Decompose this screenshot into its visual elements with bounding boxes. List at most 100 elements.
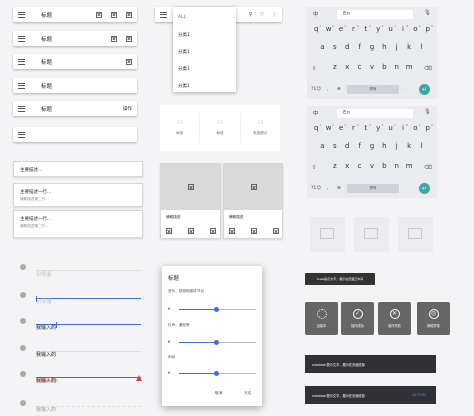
- shift-icon[interactable]: ⇧: [312, 66, 317, 72]
- image-icon[interactable]: [251, 228, 257, 234]
- key-p[interactable]: p0: [422, 24, 434, 33]
- key-q[interactable]: q1: [310, 123, 322, 132]
- heart-icon[interactable]: ♡: [260, 12, 265, 18]
- snackbar-action-button[interactable]: ACTION: [412, 393, 426, 397]
- menu-icon[interactable]: [160, 11, 167, 18]
- appbar-action-button[interactable]: 操作: [123, 106, 132, 112]
- image-icon[interactable]: [210, 228, 216, 234]
- text-field-error[interactable]: 我输入的: [36, 367, 141, 384]
- candidate-bar[interactable]: En: [337, 10, 413, 19]
- menu-item[interactable]: 分类1: [178, 32, 190, 38]
- image-icon[interactable]: [273, 228, 279, 234]
- enter-icon[interactable]: ↵: [419, 183, 430, 194]
- number-key[interactable]: ?1☺: [311, 87, 321, 92]
- key-m[interactable]: m: [403, 63, 415, 71]
- image-icon[interactable]: [166, 228, 172, 234]
- search-icon[interactable]: ⚲: [249, 12, 253, 18]
- key-o[interactable]: o9: [409, 24, 421, 33]
- key-u[interactable]: u7: [384, 24, 396, 33]
- image-icon[interactable]: [111, 35, 117, 42]
- image-card[interactable]: 辅助描述: [223, 163, 283, 239]
- cancel-button[interactable]: 取消: [215, 391, 222, 396]
- volume-slider[interactable]: [179, 307, 256, 312]
- menu-item[interactable]: 分类1: [178, 83, 190, 89]
- key-w[interactable]: w2: [322, 24, 334, 33]
- key-j[interactable]: j: [391, 142, 403, 150]
- key-g[interactable]: g: [366, 43, 378, 51]
- key-z[interactable]: z: [329, 63, 341, 71]
- key-i[interactable]: i8: [397, 24, 409, 33]
- image-icon[interactable]: [126, 11, 132, 18]
- shift-icon[interactable]: ⇧: [312, 165, 317, 171]
- key-y[interactable]: y6: [372, 123, 384, 132]
- menu-icon[interactable]: [18, 105, 25, 112]
- menu-icon[interactable]: [18, 58, 25, 65]
- tab-item[interactable]: 15 私信: [200, 105, 239, 151]
- key-h[interactable]: h: [378, 142, 390, 150]
- volume-slider[interactable]: [179, 371, 256, 376]
- key-c[interactable]: c: [353, 63, 365, 71]
- key-t[interactable]: t5: [360, 24, 372, 33]
- period-key[interactable]: .: [405, 186, 406, 191]
- image-icon[interactable]: [188, 228, 194, 234]
- key-r[interactable]: r4: [347, 123, 359, 132]
- slider-thumb[interactable]: [214, 340, 219, 345]
- slider-thumb[interactable]: [214, 307, 219, 312]
- globe-icon[interactable]: ⊕: [337, 87, 341, 92]
- menu-icon[interactable]: [18, 35, 25, 42]
- image-card[interactable]: 辅助描述: [160, 163, 221, 239]
- menu-icon[interactable]: [18, 82, 25, 89]
- mic-icon[interactable]: 🎙︎: [424, 10, 431, 16]
- key-n[interactable]: n: [391, 162, 403, 170]
- image-icon[interactable]: [229, 228, 235, 234]
- volume-slider[interactable]: [179, 340, 256, 345]
- key-u[interactable]: u7: [384, 123, 396, 132]
- more-vertical-icon[interactable]: ⋮: [272, 12, 278, 18]
- candidate-bar[interactable]: En: [337, 109, 413, 118]
- key-k[interactable]: k: [403, 142, 415, 150]
- lang-label[interactable]: 中: [313, 109, 319, 117]
- tab-item[interactable]: 15 私信: [160, 105, 199, 151]
- menu-icon[interactable]: [18, 131, 25, 138]
- space-bar[interactable]: 拼写: [347, 85, 399, 94]
- key-f[interactable]: f: [353, 43, 365, 51]
- key-m[interactable]: m: [403, 162, 415, 170]
- slider-thumb[interactable]: [214, 371, 219, 376]
- ok-button[interactable]: 完成: [244, 391, 251, 396]
- text-field-focused[interactable]: 引导语: [36, 288, 141, 305]
- key-s[interactable]: s: [329, 142, 341, 150]
- lang-label[interactable]: 中: [313, 10, 319, 18]
- key-z[interactable]: z: [329, 162, 341, 170]
- key-a[interactable]: a: [316, 43, 328, 51]
- image-icon[interactable]: [126, 35, 132, 42]
- key-r[interactable]: r4: [347, 24, 359, 33]
- period-key[interactable]: .: [405, 87, 406, 92]
- enter-icon[interactable]: ↵: [419, 84, 430, 95]
- key-o[interactable]: o9: [409, 123, 421, 132]
- menu-item[interactable]: 分类1: [178, 66, 190, 72]
- key-b[interactable]: b: [378, 162, 390, 170]
- key-d[interactable]: d: [341, 142, 353, 150]
- key-c[interactable]: c: [353, 162, 365, 170]
- key-b[interactable]: b: [378, 63, 390, 71]
- text-field[interactable]: 引导语: [36, 261, 141, 278]
- key-y[interactable]: y6: [372, 24, 384, 33]
- text-field-filled[interactable]: 我输入的: [36, 314, 141, 331]
- key-n[interactable]: n: [391, 63, 403, 71]
- key-i[interactable]: i8: [397, 123, 409, 132]
- key-f[interactable]: f: [353, 142, 365, 150]
- list-item-double[interactable]: 主要描述一行... 辅助描述第二行...: [13, 210, 143, 238]
- list-item-single[interactable]: 主要描述...: [13, 161, 143, 177]
- key-x[interactable]: x: [341, 162, 353, 170]
- key-l[interactable]: l: [415, 43, 427, 51]
- image-icon[interactable]: [96, 11, 102, 18]
- comma-key[interactable]: ,: [327, 186, 328, 191]
- mic-icon[interactable]: 🎙︎: [424, 109, 431, 115]
- key-h[interactable]: h: [378, 43, 390, 51]
- key-a[interactable]: a: [316, 142, 328, 150]
- key-q[interactable]: q1: [310, 24, 322, 33]
- tab-item[interactable]: 15 私信提示: [241, 105, 280, 151]
- menu-icon[interactable]: [18, 11, 25, 18]
- space-bar[interactable]: 拼写: [347, 184, 399, 193]
- globe-icon[interactable]: ⊕: [337, 186, 341, 191]
